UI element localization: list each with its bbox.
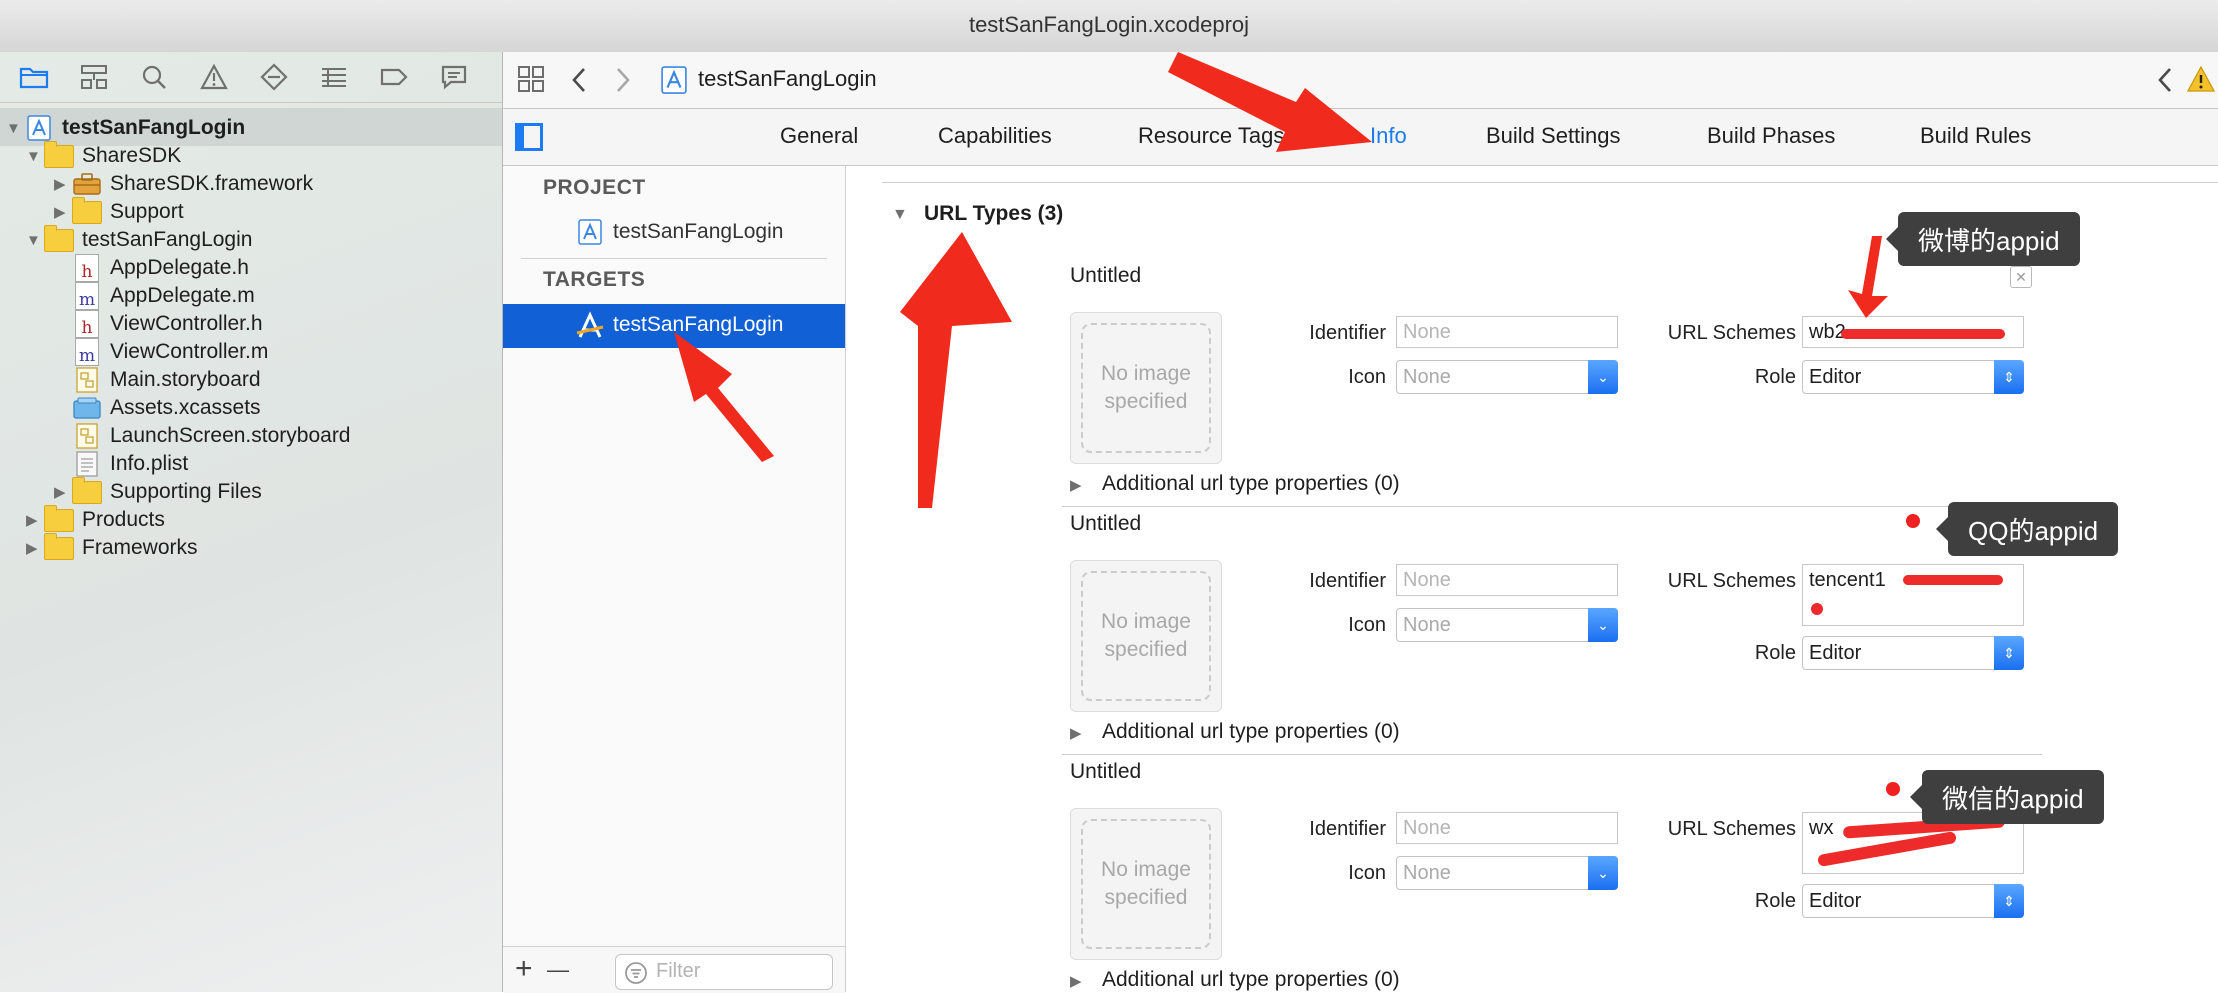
arrow-to-info-tab-icon: [1168, 52, 1372, 152]
arrow-to-url-schemes-icon: [1848, 236, 1888, 318]
arrow-to-url-types-icon: [900, 232, 1012, 508]
annotation-arrows: [674, 52, 1888, 508]
arrow-to-target-item-icon: [674, 332, 774, 462]
